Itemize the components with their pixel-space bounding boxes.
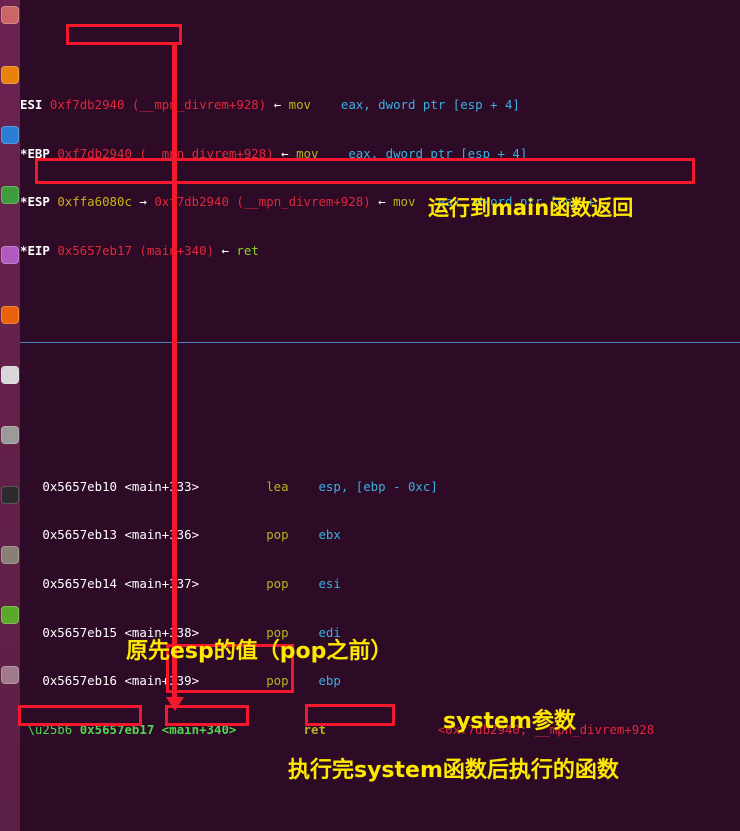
register-section: ESI 0xf7db2940 (__mpn_divrem+928) ← mov …: [20, 65, 740, 292]
thunderbird-icon[interactable]: [1, 126, 19, 144]
register-symbol: (main+340): [139, 243, 214, 258]
disasm-address: 0x5657eb15: [42, 624, 117, 640]
right-arrow-icon: →: [139, 194, 147, 210]
disasm-mnemonic: ret: [303, 721, 326, 737]
register-name: *EBP: [20, 145, 50, 161]
left-arrow-icon: ←: [221, 243, 229, 258]
disasm-operands: esp, [ebp - 0xc]: [318, 478, 438, 494]
section-divider: [20, 342, 740, 344]
disasm-address: 0x5657eb10: [42, 478, 117, 494]
disasm-mnemonic: pop: [266, 576, 289, 592]
disasm-operands: ebp: [318, 673, 341, 689]
register-row-esi: ESI 0xf7db2940 (__mpn_divrem+928) ← mov …: [20, 97, 740, 113]
terminal-icon[interactable]: [1, 486, 19, 504]
disassembly-section: 0x5657eb10 <main+333> lea esp, [ebp - 0x…: [20, 446, 740, 770]
disasm-row: 0x5657eb13 <main+336> pop ebx: [20, 527, 740, 543]
disasm-row-current: \u25b6 0x5657eb17 <main+340> ret <0xf7db…: [20, 722, 740, 738]
vmware-icon[interactable]: [1, 606, 19, 624]
text-editor-icon[interactable]: [1, 186, 19, 204]
register-value: 0xf7db2940: [57, 145, 132, 161]
libreoffice-writer-icon[interactable]: [1, 306, 19, 324]
disasm-mnemonic: pop: [266, 527, 289, 543]
disasm-row: 0x5657eb15 <main+338> pop edi: [20, 625, 740, 641]
register-row-ebp: *EBP 0xf7db2940 (__mpn_divrem+928) ← mov…: [20, 146, 740, 162]
disasm-symbol: <main+333>: [124, 478, 200, 494]
register-value: 0xffa6080c: [57, 194, 132, 210]
register-row-eip: *EIP 0x5657eb17 (main+340) ← ret: [20, 243, 740, 259]
disasm-operands: esi: [318, 576, 341, 592]
disasm-comment: <0xf7db2940; __mpn_divrem+928: [437, 721, 655, 737]
disasm-symbol: <main+338>: [124, 624, 200, 640]
disasm-mnemonic: lea: [266, 478, 289, 494]
register-row-esp: *ESP 0xffa6080c → 0xf7db2940 (__mpn_divr…: [20, 194, 740, 210]
register-operands: eax, dword ptr [esp + 4]: [348, 145, 528, 161]
disasm-symbol: <main+336>: [124, 527, 200, 543]
disasm-symbol: <main+339>: [124, 673, 200, 689]
disasm-address: 0x5657eb16: [42, 673, 117, 689]
register-mnemonic: mov: [393, 194, 416, 210]
rhythmbox-icon[interactable]: [1, 246, 19, 264]
disasm-operands: edi: [318, 624, 341, 640]
current-instruction-pointer-icon: \u25b6: [27, 721, 73, 737]
register-operands: eax, dword ptr [esp +: [437, 194, 595, 210]
disasm-mnemonic: pop: [266, 673, 289, 689]
software-center-icon[interactable]: [1, 366, 19, 384]
disasm-row: 0x5657eb16 <main+339> pop ebp: [20, 673, 740, 689]
disasm-mnemonic: pop: [266, 624, 289, 640]
trash-icon[interactable]: [1, 666, 19, 684]
disasm-row: 0x5657eb10 <main+333> lea esp, [ebp - 0x…: [20, 479, 740, 495]
register-mnemonic: mov: [296, 145, 319, 161]
register-name: *EIP: [20, 243, 50, 258]
register-mnemonic: mov: [288, 97, 312, 113]
register-symbol: (__mpn_divrem+928): [131, 97, 267, 113]
register-target: 0xf7db2940: [154, 194, 229, 210]
disasm-address: 0x5657eb14: [42, 576, 117, 592]
files-icon[interactable]: [1, 6, 19, 24]
register-name: ESI: [20, 97, 43, 113]
register-symbol: (__mpn_divrem+928): [139, 145, 274, 161]
left-arrow-icon: ←: [378, 194, 386, 210]
disasm-row: 0x5657eb14 <main+337> pop esi: [20, 576, 740, 592]
terminal-window[interactable]: ESI 0xf7db2940 (__mpn_divrem+928) ← mov …: [20, 0, 740, 831]
register-value: 0x5657eb17: [57, 243, 132, 258]
register-symbol: (__mpn_divrem+928): [236, 194, 371, 210]
disasm-symbol: <main+337>: [124, 576, 200, 592]
register-name: *ESP: [20, 194, 50, 210]
firefox-icon[interactable]: [1, 66, 19, 84]
left-arrow-icon: ←: [273, 97, 282, 113]
register-mnemonic: ret: [236, 243, 259, 258]
disasm-symbol: <main+340>: [161, 721, 237, 737]
gimp-icon[interactable]: [1, 546, 19, 564]
disasm-operands: ebx: [318, 527, 341, 543]
left-arrow-icon: ←: [281, 145, 289, 161]
register-value: 0xf7db2940: [49, 97, 125, 113]
disasm-address: 0x5657eb17: [79, 721, 155, 737]
ubuntu-dock[interactable]: [0, 0, 20, 831]
help-icon[interactable]: [1, 426, 19, 444]
register-operands: eax, dword ptr [esp + 4]: [340, 97, 520, 113]
disasm-address: 0x5657eb13: [42, 527, 117, 543]
